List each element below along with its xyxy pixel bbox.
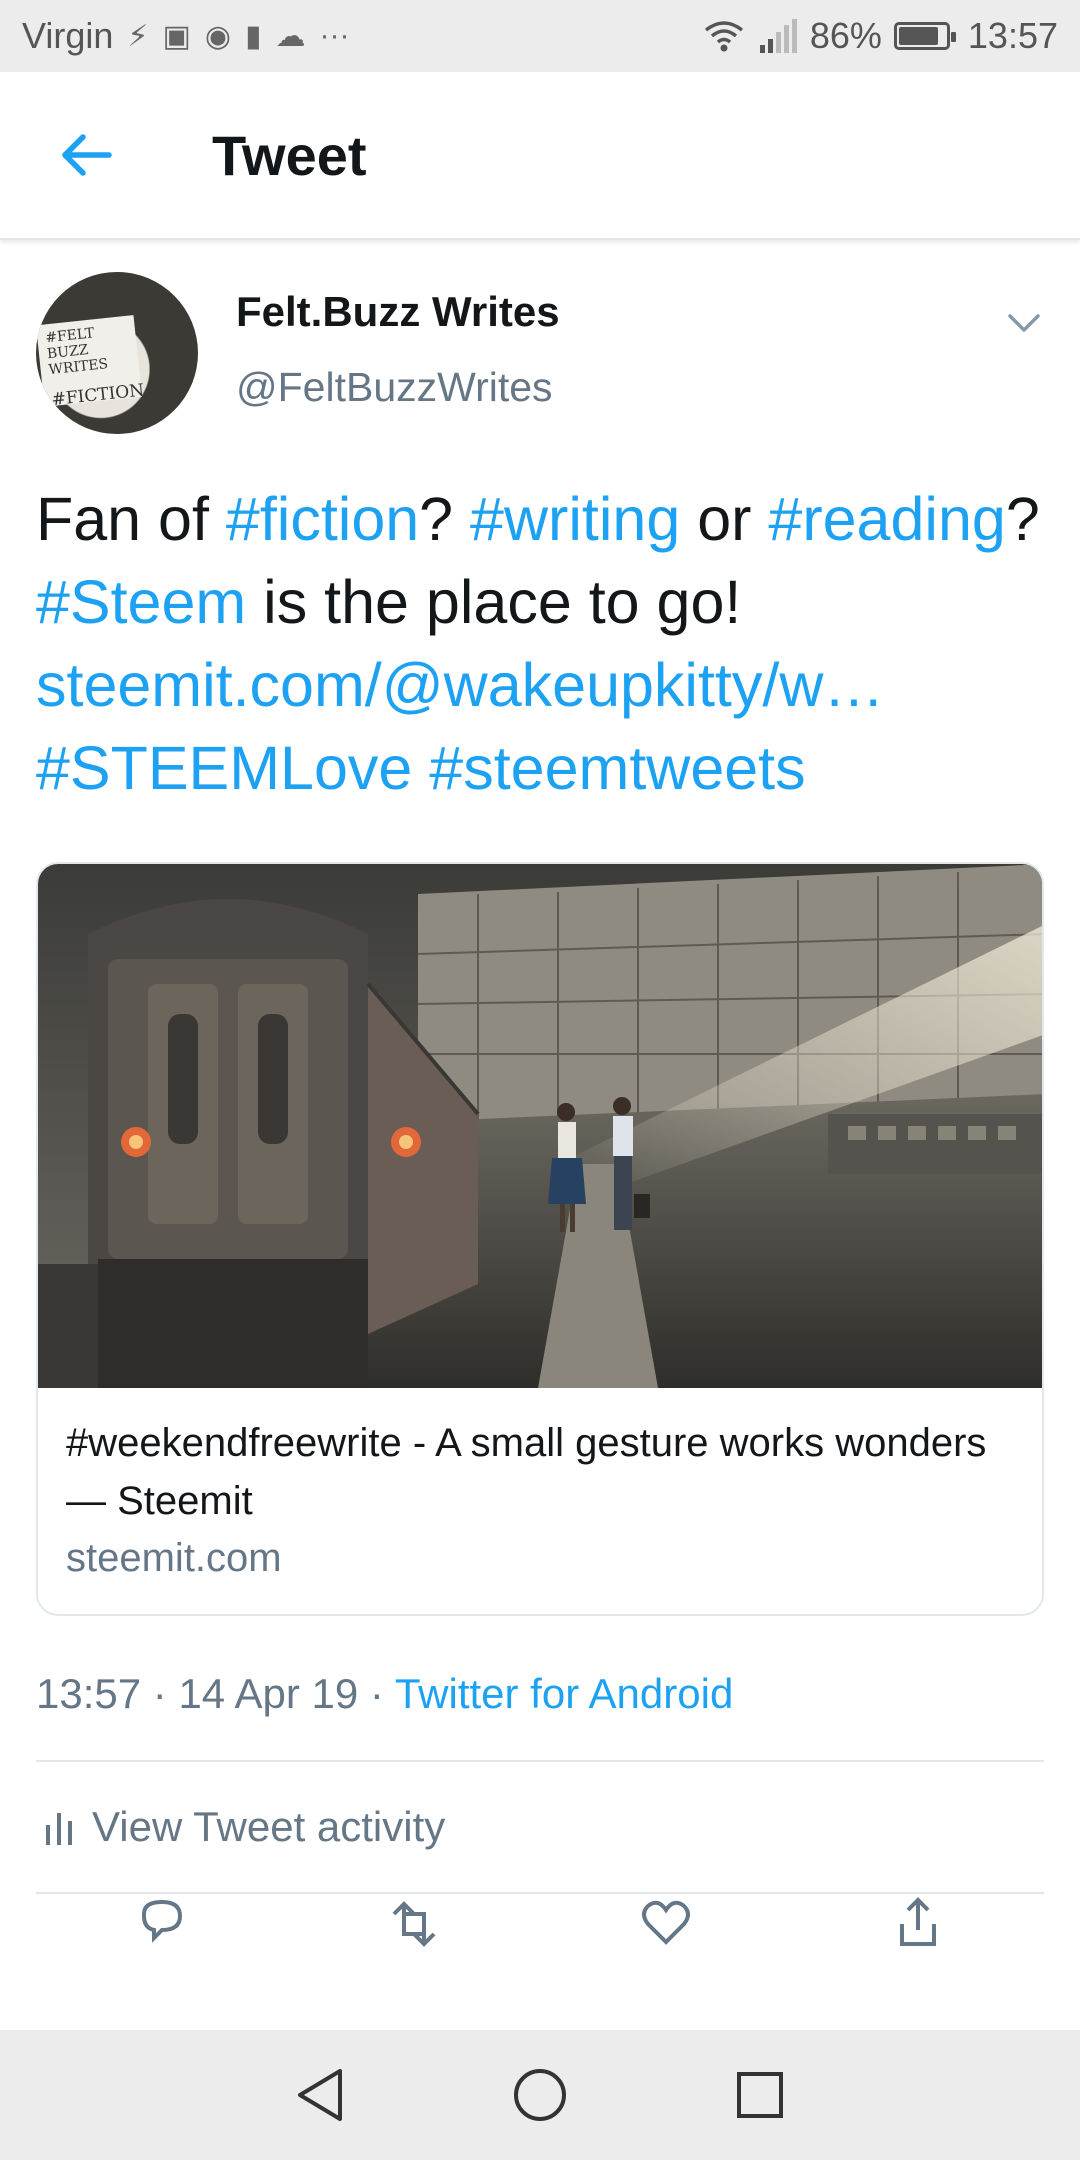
tweet-text-fragment: ?	[419, 485, 471, 553]
page-title: Tweet	[212, 123, 367, 187]
avatar[interactable]: #FELT BUZZ WRITES #FICTION	[36, 272, 198, 434]
card-title: #weekendfreewrite - A small gesture work…	[66, 1421, 987, 1523]
link-card[interactable]: #weekendfreewrite - A small gesture work…	[36, 862, 1044, 1616]
tweet-author: #FELT BUZZ WRITES #FICTION Felt.Buzz Wri…	[36, 272, 1044, 442]
url-link[interactable]: steemit.com/@wakeupkitty/w…	[36, 651, 884, 719]
hashtag-link[interactable]: #STEEMLove	[36, 734, 412, 802]
tweet-text-fragment: is the place to go!	[246, 568, 742, 636]
battery-percent: 86%	[809, 15, 882, 56]
hashtag-link[interactable]: #reading	[768, 485, 1005, 553]
status-bar: Virgin ⚡ ▣ ◉ ▮ ☁ ··· 86% 13:57	[0, 0, 1080, 72]
view-activity-label: View Tweet activity	[92, 1803, 446, 1850]
view-activity-button[interactable]: View Tweet activity	[36, 1762, 1044, 1894]
recents-square-icon	[737, 2072, 783, 2118]
like-icon[interactable]	[636, 1894, 696, 1954]
nav-recents-button[interactable]	[725, 2060, 795, 2130]
system-nav-bar	[0, 2030, 1080, 2160]
card-image	[38, 864, 1042, 1388]
running-icon: ⚡	[127, 19, 149, 53]
author-handle[interactable]: @FeltBuzzWrites	[236, 364, 560, 411]
chevron-down-icon[interactable]	[1004, 302, 1044, 342]
tweet-text: Fan of #fiction? #writing or #reading? #…	[36, 478, 1044, 810]
retweet-icon[interactable]	[384, 1894, 444, 1954]
signal-icon	[759, 19, 797, 53]
hashtag-link[interactable]: #fiction	[226, 485, 419, 553]
bar-chart-icon	[46, 1813, 72, 1845]
meta-separator: ·	[141, 1670, 179, 1717]
nav-back-button[interactable]	[285, 2060, 355, 2130]
tweet-detail: #FELT BUZZ WRITES #FICTION Felt.Buzz Wri…	[36, 272, 1044, 1954]
battery-icon	[893, 22, 956, 50]
share-icon[interactable]	[888, 1894, 948, 1954]
cloud-icon: ☁	[275, 19, 306, 53]
wifi-icon	[704, 21, 743, 52]
meta-separator: ·	[358, 1670, 395, 1717]
more-notifications-icon: ···	[319, 19, 350, 52]
app-bar: Tweet	[0, 72, 1080, 240]
nav-home-button[interactable]	[505, 2060, 575, 2130]
clock: 13:57	[967, 15, 1058, 56]
card-domain: steemit.com	[66, 1536, 282, 1580]
avatar-note: #FELT BUZZ WRITES #FICTION	[36, 315, 146, 411]
hashtag-link[interactable]: #Steem	[36, 568, 246, 636]
tweet-source-link[interactable]: Twitter for Android	[395, 1670, 733, 1717]
tweet-time: 13:57	[36, 1670, 142, 1717]
tweet-date: 14 Apr 19	[178, 1670, 359, 1717]
home-circle-icon	[514, 2069, 566, 2121]
back-button[interactable]	[40, 110, 130, 200]
tweet-text-fragment: Fan of	[36, 485, 226, 553]
tweet-text-fragment: or	[680, 485, 769, 553]
author-name[interactable]: Felt.Buzz Writes	[236, 288, 560, 336]
messenger-icon: ◉	[204, 19, 232, 53]
hashtag-link[interactable]: #steemtweets	[429, 734, 805, 802]
arrow-left-icon	[62, 134, 112, 176]
carrier-label: Virgin	[22, 15, 114, 56]
tweet-text-fragment	[412, 734, 429, 802]
back-triangle-icon	[298, 2069, 342, 2121]
tweet-text-fragment: ?	[1005, 485, 1040, 553]
tweet-metadata: 13:57 · 14 Apr 19 · Twitter for Android	[36, 1670, 1044, 1762]
avatar-note-line: #FICTION	[50, 380, 146, 411]
reply-icon[interactable]	[132, 1894, 192, 1954]
game-controller-icon: ▣	[162, 19, 191, 53]
message-icon: ▮	[245, 19, 262, 53]
hashtag-link[interactable]: #writing	[470, 485, 680, 553]
tweet-actions	[36, 1894, 1044, 1954]
